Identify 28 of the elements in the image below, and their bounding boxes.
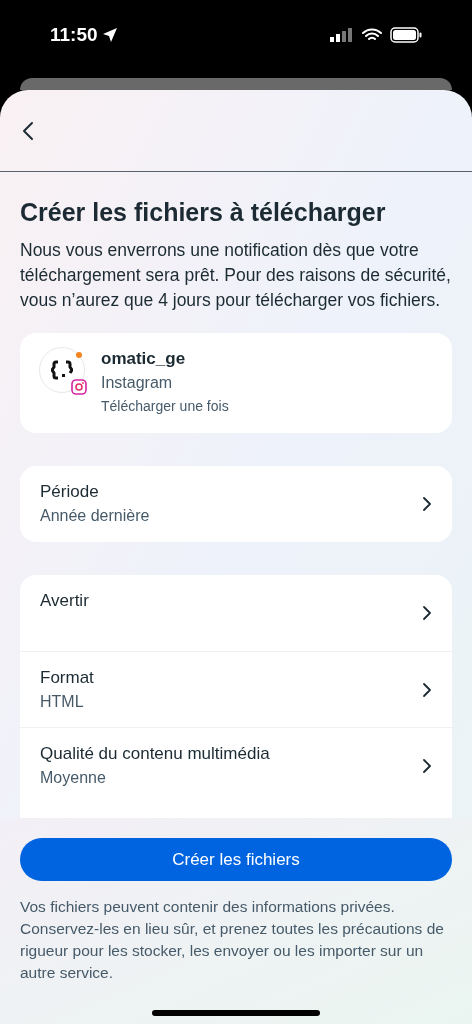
chevron-right-icon (422, 757, 432, 774)
settings-row[interactable]: Période Année dernière (20, 466, 452, 542)
row-value: HTML (40, 692, 85, 712)
row-value: Moyenne (40, 768, 107, 788)
account-note: Télécharger une fois (101, 397, 229, 416)
create-files-button[interactable]: Créer les fichiers (20, 838, 452, 881)
row-label: Qualité du contenu multimédia (40, 743, 271, 765)
row-value: Année dernière (40, 506, 151, 526)
privacy-note: Vos fichiers peuvent contenir des informations privées. Conservez-les en lieu sûr, et prenez toutes les précautions de rigueur pour les stocker, les envoyer ou les importer sur un autre service. (20, 897, 445, 983)
settings-row[interactable]: Avertir (20, 575, 452, 651)
chevron-right-icon (422, 496, 432, 512)
settings-row[interactable]: Format HTML (20, 651, 452, 727)
row-label: Format (40, 667, 95, 689)
account-platform: Instagram (101, 373, 174, 393)
signal-icon (330, 28, 354, 42)
page-title: Créer les fichiers à télécharger (20, 197, 387, 228)
description: Nous vous enverrons une notification dès que votre téléchargement sera prêt. Pour des raisons de sécurité, vous n’aurez que 4 jours pour télécharger vos fichiers. (20, 239, 452, 312)
chevron-right-icon (422, 681, 432, 698)
row-label: Avertir (40, 590, 90, 612)
brackets-logo-icon (51, 360, 73, 380)
settings-row[interactable]: Qualité du contenu multimédia Moyenne (20, 727, 452, 803)
account-username: omatic_ge (101, 348, 187, 370)
chevron-right-icon (422, 605, 432, 621)
location-arrow-icon (101, 27, 118, 43)
row-label: Période (40, 481, 100, 503)
battery-icon (390, 27, 422, 43)
status-time: 11:50 (50, 22, 98, 47)
wifi-icon (362, 28, 382, 42)
